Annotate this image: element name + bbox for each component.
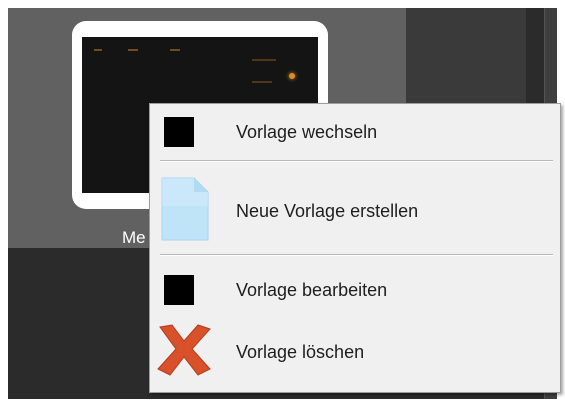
preview-highlight bbox=[289, 73, 295, 79]
template-name-caption: Me bbox=[122, 228, 146, 247]
black-square-icon bbox=[164, 275, 194, 305]
menu-item-switch-template[interactable]: Vorlage wechseln bbox=[150, 110, 560, 154]
menu-item-delete-template[interactable]: Vorlage löschen bbox=[150, 323, 560, 378]
preview-detail bbox=[170, 49, 180, 51]
menu-item-label: Vorlage wechseln bbox=[236, 121, 378, 142]
menu-item-edit-template[interactable]: Vorlage bearbeiten bbox=[150, 268, 560, 312]
preview-detail bbox=[252, 81, 272, 83]
preview-detail bbox=[252, 59, 276, 61]
preview-detail bbox=[128, 49, 138, 51]
red-x-delete-icon bbox=[154, 323, 214, 382]
menu-separator bbox=[160, 254, 553, 256]
menu-separator bbox=[160, 160, 553, 162]
context-menu: Vorlage wechseln Neue Vorlage erstellen … bbox=[149, 103, 561, 393]
black-square-icon bbox=[164, 117, 194, 147]
menu-item-new-template[interactable]: Neue Vorlage erstellen bbox=[150, 176, 560, 246]
preview-detail bbox=[94, 49, 102, 51]
menu-item-label: Vorlage bearbeiten bbox=[236, 279, 388, 300]
menu-item-label: Vorlage löschen bbox=[236, 341, 365, 362]
new-document-icon bbox=[160, 176, 210, 247]
menu-item-label: Neue Vorlage erstellen bbox=[236, 200, 419, 221]
